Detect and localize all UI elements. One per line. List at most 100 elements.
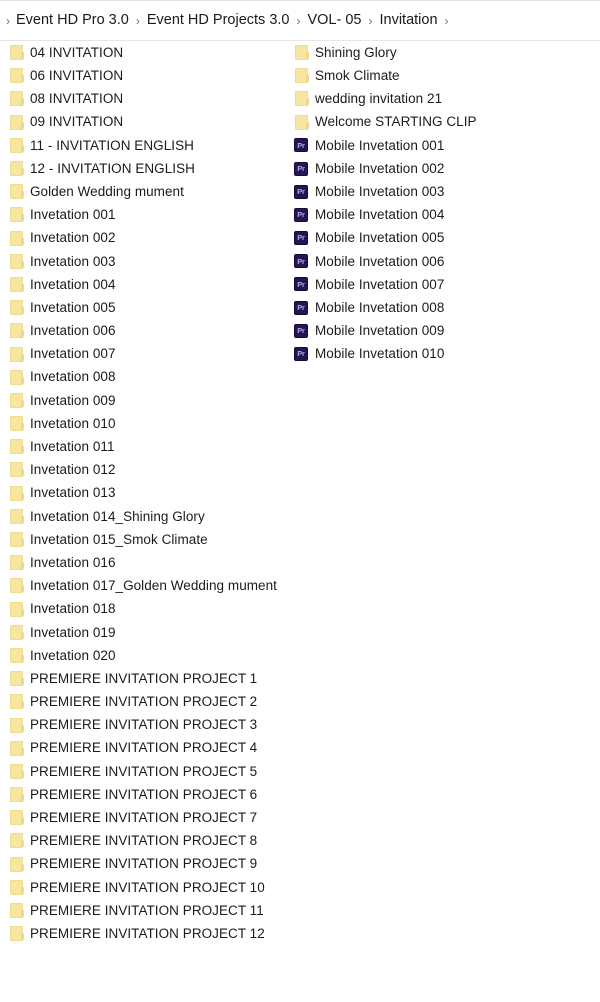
file-list-item-label: Invetation 013 (30, 485, 116, 501)
premiere-pro-file-icon: Pr (294, 300, 308, 315)
folder-icon (295, 68, 309, 84)
file-list-item[interactable]: Invetation 009 (8, 389, 293, 412)
file-list-item[interactable]: wedding invitation 21 (293, 87, 593, 110)
file-list-item-label: 04 INVITATION (30, 44, 124, 60)
premiere-pro-glyph: Pr (297, 210, 305, 220)
file-list-item[interactable]: Pr Mobile Invetation 008 (293, 296, 593, 319)
file-list-item-label: Invetation 020 (30, 647, 116, 663)
file-list-item[interactable]: Welcome STARTING CLIP (293, 111, 593, 134)
file-list-item[interactable]: Invetation 020 (8, 644, 293, 667)
file-list-item[interactable]: PREMIERE INVITATION PROJECT 10 (8, 876, 293, 899)
file-list-item[interactable]: Pr Mobile Invetation 001 (293, 134, 593, 157)
file-list-item[interactable]: Shining Glory (293, 41, 593, 64)
file-list-item[interactable]: Invetation 010 (8, 412, 293, 435)
folder-icon (10, 926, 24, 942)
folder-icon (10, 903, 24, 919)
chevron-right-icon[interactable]: › (438, 15, 456, 27)
file-list-item[interactable]: 04 INVITATION (8, 41, 293, 64)
chevron-right-icon[interactable]: › (2, 15, 16, 27)
file-list-item[interactable]: 11 - INVITATION ENGLISH (8, 134, 293, 157)
folder-icon (10, 300, 24, 316)
file-list-item-label: PREMIERE INVITATION PROJECT 4 (30, 740, 258, 756)
file-list-item-label: Mobile Invetation 006 (315, 253, 445, 269)
file-list-item[interactable]: PREMIERE INVITATION PROJECT 9 (8, 853, 293, 876)
file-list-item[interactable]: Invetation 017_Golden Wedding mument (8, 574, 293, 597)
file-list-item-label: Invetation 011 (30, 439, 115, 455)
folder-icon (10, 624, 24, 640)
chevron-right-icon[interactable]: › (129, 15, 147, 27)
breadcrumb-item-3[interactable]: VOL- 05 (307, 13, 361, 28)
file-list-item[interactable]: Invetation 012 (8, 458, 293, 481)
file-list-item[interactable]: Invetation 008 (8, 366, 293, 389)
chevron-right-icon[interactable]: › (289, 15, 307, 27)
file-list-item-label: PREMIERE INVITATION PROJECT 9 (30, 856, 258, 872)
file-list-item[interactable]: PREMIERE INVITATION PROJECT 3 (8, 713, 293, 736)
file-list-item[interactable]: Pr Mobile Invetation 006 (293, 250, 593, 273)
folder-icon (10, 879, 24, 895)
file-list-item[interactable]: Pr Mobile Invetation 009 (293, 319, 593, 342)
file-list-item[interactable]: 08 INVITATION (8, 87, 293, 110)
folder-icon (10, 184, 24, 200)
file-list-item[interactable]: PREMIERE INVITATION PROJECT 4 (8, 737, 293, 760)
file-list-item[interactable]: Pr Mobile Invetation 004 (293, 203, 593, 226)
folder-icon (10, 392, 24, 408)
file-list-item[interactable]: Smok Climate (293, 64, 593, 87)
file-list-item[interactable]: Invetation 013 (8, 482, 293, 505)
file-list-item-label: PREMIERE INVITATION PROJECT 10 (30, 879, 265, 895)
file-list-item[interactable]: Pr Mobile Invetation 007 (293, 273, 593, 296)
premiere-pro-file-icon: Pr (294, 277, 308, 292)
file-list-item[interactable]: Invetation 015_Smok Climate (8, 528, 293, 551)
file-list-item-label: Invetation 005 (30, 299, 116, 315)
folder-icon (295, 45, 309, 61)
file-list-item-label: Invetation 014_Shining Glory (30, 508, 205, 524)
file-list-item[interactable]: Invetation 016 (8, 551, 293, 574)
file-list-item[interactable]: 12 - INVITATION ENGLISH (8, 157, 293, 180)
file-list-item[interactable]: PREMIERE INVITATION PROJECT 2 (8, 690, 293, 713)
file-list-item[interactable]: PREMIERE INVITATION PROJECT 11 (8, 899, 293, 922)
file-list-item[interactable]: PREMIERE INVITATION PROJECT 8 (8, 829, 293, 852)
file-list-item[interactable]: PREMIERE INVITATION PROJECT 6 (8, 783, 293, 806)
file-list-item[interactable]: Invetation 014_Shining Glory (8, 505, 293, 528)
breadcrumb[interactable]: › Event HD Pro 3.0 › Event HD Projects 3.0 ›… (0, 0, 600, 41)
premiere-pro-file-icon: Pr (294, 161, 308, 176)
file-list-item[interactable]: 06 INVITATION (8, 64, 293, 87)
file-list-item[interactable]: Pr Mobile Invetation 003 (293, 180, 593, 203)
file-list-item[interactable]: Golden Wedding mument (8, 180, 293, 203)
file-list-item-label: Invetation 006 (30, 323, 116, 339)
file-list-item[interactable]: PREMIERE INVITATION PROJECT 5 (8, 760, 293, 783)
file-list-item[interactable]: Invetation 002 (8, 227, 293, 250)
file-list-item-label: Mobile Invetation 002 (315, 160, 445, 176)
file-list-item-label: Invetation 002 (30, 230, 116, 246)
file-list-item-label: PREMIERE INVITATION PROJECT 7 (30, 810, 258, 826)
folder-icon (10, 253, 24, 269)
file-list-item[interactable]: Pr Mobile Invetation 005 (293, 227, 593, 250)
file-list-item[interactable]: Invetation 007 (8, 342, 293, 365)
file-list-item[interactable]: Invetation 003 (8, 250, 293, 273)
file-list-item-label: Invetation 004 (30, 276, 116, 292)
file-list-item[interactable]: PREMIERE INVITATION PROJECT 1 (8, 667, 293, 690)
file-list-item-label: Mobile Invetation 005 (315, 230, 445, 246)
file-list-item[interactable]: PREMIERE INVITATION PROJECT 12 (8, 922, 293, 945)
file-list-item[interactable]: Invetation 018 (8, 598, 293, 621)
file-list-item[interactable]: Pr Mobile Invetation 010 (293, 342, 593, 365)
folder-icon (295, 114, 309, 130)
breadcrumb-item-1[interactable]: Event HD Pro 3.0 (16, 13, 129, 28)
file-list-item[interactable]: Invetation 005 (8, 296, 293, 319)
file-list-item[interactable]: Invetation 001 (8, 203, 293, 226)
file-list-item[interactable]: Pr Mobile Invetation 002 (293, 157, 593, 180)
breadcrumb-item-2[interactable]: Event HD Projects 3.0 (147, 13, 290, 28)
file-list-item-label: Invetation 017_Golden Wedding mument (30, 578, 277, 594)
file-list-item[interactable]: Invetation 019 (8, 621, 293, 644)
file-list-column-left: 04 INVITATION 06 INVITATION 08 INVITATION 0… (8, 41, 293, 945)
breadcrumb-item-4[interactable]: Invitation (379, 13, 437, 28)
folder-icon (10, 508, 24, 524)
chevron-right-icon[interactable]: › (361, 15, 379, 27)
file-list-item[interactable]: 09 INVITATION (8, 111, 293, 134)
file-list-item[interactable]: Invetation 006 (8, 319, 293, 342)
file-list-item[interactable]: Invetation 004 (8, 273, 293, 296)
file-list-item-label: Mobile Invetation 009 (315, 323, 445, 339)
file-list-item[interactable]: Invetation 011 (8, 435, 293, 458)
folder-icon (10, 323, 24, 339)
file-list-item-label: Shining Glory (315, 44, 397, 60)
file-list-item[interactable]: PREMIERE INVITATION PROJECT 7 (8, 806, 293, 829)
